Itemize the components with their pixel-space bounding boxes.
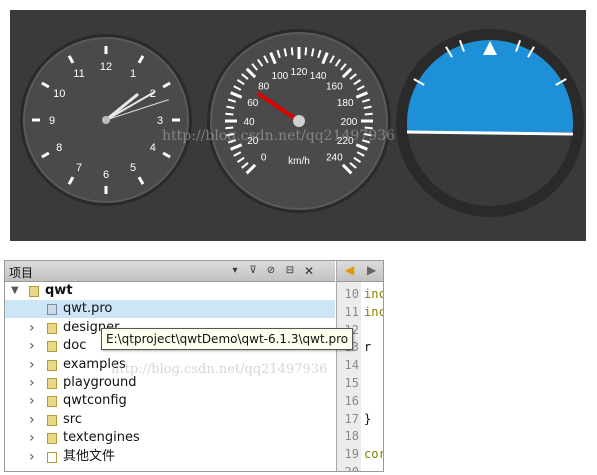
collapse-arrow-icon[interactable]: › <box>29 356 39 374</box>
code-line: r <box>364 340 372 355</box>
collapse-arrow-icon[interactable]: › <box>29 411 39 429</box>
speedo-tick-label: 100 <box>272 71 289 82</box>
speedo-tick-label: 200 <box>341 117 358 128</box>
code-line: cor <box>364 447 384 462</box>
dropdown-arrow-icon[interactable]: ▾ <box>227 263 243 279</box>
line-number: 17 <box>344 411 359 426</box>
project-tree: ▼ qwt qwt.pro › designer › doc › examples › playgr… <box>5 282 335 471</box>
clock-number: 7 <box>76 162 82 174</box>
split-icon[interactable]: ⊟ <box>282 263 298 279</box>
line-number: 10 <box>344 287 359 301</box>
tree-row[interactable]: › qwtconfig <box>5 392 335 410</box>
link-icon[interactable]: ⊘ <box>263 263 279 279</box>
gauges-canvas: 1212345678910110204060801001201401601802… <box>20 29 584 217</box>
tree-item-label: qwt <box>45 283 73 298</box>
clock-number: 5 <box>130 162 136 174</box>
speedo-unit: km/h <box>288 156 310 167</box>
collapse-arrow-icon[interactable]: › <box>29 337 39 355</box>
line-number: 16 <box>344 393 359 408</box>
speedo-tick-label: 80 <box>258 82 270 93</box>
clock-number: 9 <box>49 115 55 127</box>
attitude-horizon <box>406 130 574 136</box>
tree-row[interactable]: › 其他文件 <box>5 448 335 466</box>
line-number: 15 <box>344 376 359 390</box>
code-line: inc <box>364 304 384 319</box>
close-icon[interactable]: ✕ <box>301 263 317 279</box>
expand-arrow-icon[interactable]: ▼ <box>11 282 21 300</box>
forward-arrow-icon[interactable]: ▶ <box>367 263 376 277</box>
panel-title: 项目 <box>9 266 34 280</box>
gauge-watermark: http://blog.csdn.net/qq21497936 <box>162 128 395 144</box>
speedo-tick <box>304 47 308 56</box>
folder-icon <box>29 286 39 297</box>
pro-file-icon <box>47 304 57 316</box>
collapse-arrow-icon[interactable]: › <box>29 429 39 447</box>
filter-icon[interactable]: ⊽ <box>245 263 261 279</box>
code-line: inc <box>364 287 384 301</box>
tree-item-label: qwt.pro <box>63 301 113 317</box>
folder-icon <box>47 414 57 426</box>
tree-item-label: doc <box>63 338 87 354</box>
speedo-tick-label: 180 <box>337 98 354 109</box>
folder-icon <box>47 359 57 371</box>
speedo-tick <box>290 47 294 56</box>
file-path-tooltip: E:\qtproject\qwtDemo\qwt-6.1.3\qwt.pro <box>101 328 354 350</box>
tree-item-label: qwtconfig <box>63 393 127 409</box>
speedo-tick-label: 40 <box>243 117 255 128</box>
gauges-panel: 1212345678910110204060801001201401601802… <box>10 10 586 241</box>
clock-number: 12 <box>100 61 112 73</box>
document-folder-icon <box>47 451 57 463</box>
tree-row[interactable]: › src <box>5 411 335 429</box>
line-number: 20 <box>344 465 359 472</box>
folder-icon <box>47 341 57 353</box>
clock-number: 8 <box>56 142 62 154</box>
tree-row[interactable]: › textengines <box>5 429 335 447</box>
folder-icon <box>47 378 57 389</box>
back-arrow-icon[interactable]: ◀ <box>345 263 354 277</box>
tree-item-label: 其他文件 <box>63 448 116 464</box>
tree-row[interactable]: ▼ qwt <box>5 282 335 300</box>
line-number: 11 <box>344 304 359 319</box>
clock-number: 1 <box>130 68 136 80</box>
editor-toolbar: ◀ ▶ <box>337 261 383 282</box>
speedo-hub <box>293 115 305 127</box>
collapse-arrow-icon[interactable]: › <box>29 319 39 337</box>
tree-item-label: src <box>63 411 82 427</box>
speedo-tick-label: 240 <box>326 152 343 163</box>
line-number: 18 <box>344 429 359 444</box>
collapse-arrow-icon[interactable]: › <box>29 448 39 466</box>
clock-center <box>102 116 110 124</box>
clock-number: 10 <box>53 88 65 100</box>
speedo-tick <box>225 112 234 116</box>
code-line: } <box>364 411 372 426</box>
folder-icon <box>47 396 57 408</box>
collapse-arrow-icon[interactable]: › <box>29 374 39 392</box>
speedo-tick-label: 160 <box>326 82 343 93</box>
line-number: 14 <box>344 358 359 373</box>
folder-icon <box>47 433 57 445</box>
line-number-gutter: 1011121314151617181920 <box>337 282 361 472</box>
speedo-tick-label: 140 <box>310 71 327 82</box>
ide-watermark: http://blog.csdn.net/qq21497936 <box>111 362 328 377</box>
speedo-tick <box>364 112 373 116</box>
clock-number: 4 <box>150 142 156 154</box>
tree-item-label: textengines <box>63 430 140 446</box>
clock-number: 3 <box>157 115 163 127</box>
project-panel-header: 项目 ▾ ⊽ ⊘ ⊟ ✕ <box>5 261 335 282</box>
folder-icon <box>47 322 57 334</box>
speedo-tick-label: 0 <box>261 152 267 163</box>
speedo-tick-label: 120 <box>291 67 308 78</box>
tree-row[interactable]: qwt.pro <box>5 300 335 319</box>
collapse-arrow-icon[interactable]: › <box>29 392 39 410</box>
clock-number: 11 <box>73 68 84 80</box>
editor-pane: ◀ ▶ 1011121314151617181920 incincr}cor <box>336 261 384 472</box>
line-number: 19 <box>344 447 359 462</box>
speedo-tick-label: 60 <box>247 98 259 109</box>
clock-number: 6 <box>103 169 109 181</box>
project-panel: 项目 ▾ ⊽ ⊘ ⊟ ✕ ▼ qwt qwt.pro › designer › doc › ex… <box>4 260 384 472</box>
